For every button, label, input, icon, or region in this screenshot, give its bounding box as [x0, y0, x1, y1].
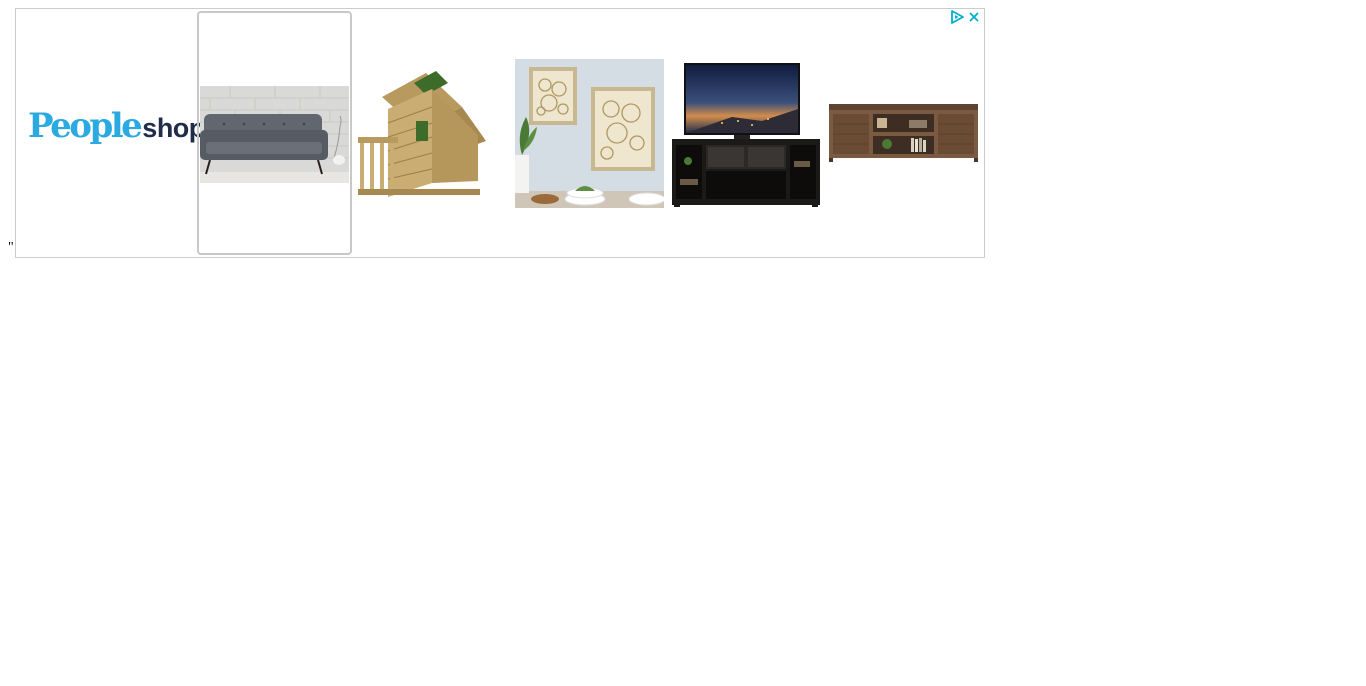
- close-icon[interactable]: [967, 10, 981, 24]
- product-tile-tv-stand[interactable]: [669, 11, 824, 255]
- peopleshop-logo[interactable]: People shop: [28, 109, 205, 143]
- logo-people-text: People: [28, 106, 143, 146]
- ad-banner[interactable]: People shop: [15, 8, 985, 258]
- media-console-image: [829, 104, 978, 162]
- sofa-image: [200, 86, 349, 183]
- wooden-playhouse-image: [358, 71, 486, 197]
- product-tile-sofa[interactable]: [197, 11, 352, 255]
- logo-shop-text: shop: [142, 113, 205, 143]
- product-tile-media-console[interactable]: [826, 11, 981, 255]
- adchoices-icon[interactable]: [950, 10, 964, 24]
- stray-quote-text: ": [8, 240, 14, 255]
- product-tile-wall-art[interactable]: [512, 11, 667, 255]
- product-tile-playhouse[interactable]: [354, 11, 509, 255]
- framed-wall-art-image: [515, 59, 664, 208]
- tv-stand-image: [672, 63, 820, 207]
